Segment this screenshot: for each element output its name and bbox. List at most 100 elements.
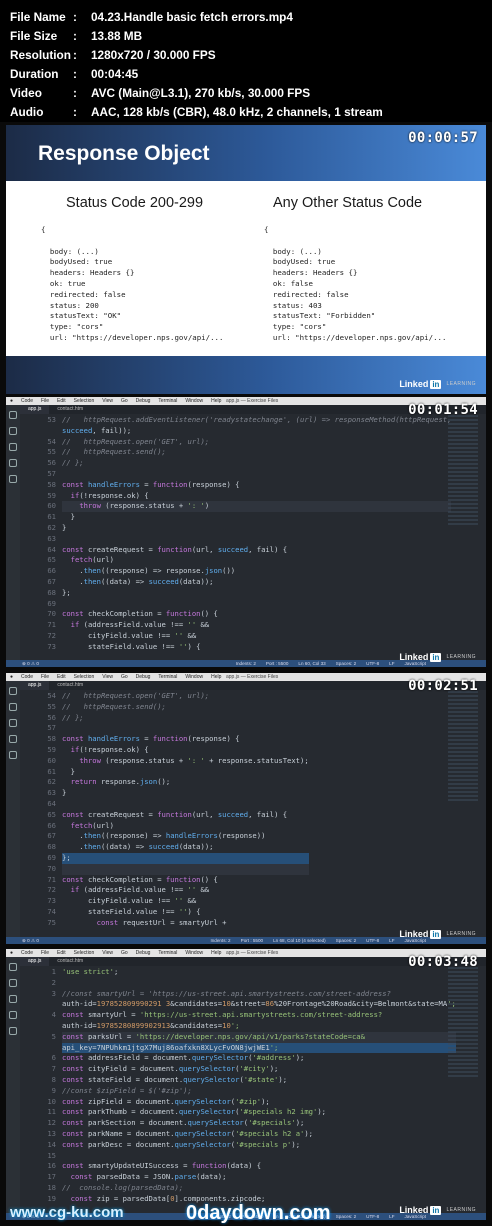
files-icon[interactable] bbox=[9, 411, 17, 419]
menu-item[interactable]: Edit bbox=[57, 950, 66, 956]
menu-item[interactable]: Edit bbox=[57, 398, 66, 404]
debug-icon[interactable] bbox=[9, 1011, 17, 1019]
menu-item[interactable]: Selection bbox=[74, 674, 95, 680]
code-area[interactable]: // httpRequest.addEventListener('readyst… bbox=[62, 415, 452, 653]
menu-item[interactable]: Help bbox=[211, 398, 221, 404]
source-control-icon[interactable] bbox=[9, 719, 17, 727]
search-icon[interactable] bbox=[9, 427, 17, 435]
window-title: app.js — Exercise Files bbox=[226, 950, 279, 956]
files-icon[interactable] bbox=[9, 963, 17, 971]
menu-item[interactable]: Debug bbox=[136, 674, 151, 680]
menu-item[interactable]: Code bbox=[21, 950, 33, 956]
code-line: // httpRequest.send(); bbox=[62, 701, 166, 711]
menu-item[interactable]: Edit bbox=[57, 674, 66, 680]
minimap[interactable] bbox=[448, 415, 478, 525]
source-control-icon[interactable] bbox=[9, 995, 17, 1003]
tab-app-js[interactable]: app.js bbox=[20, 957, 50, 966]
menu-item[interactable]: Selection bbox=[74, 398, 95, 404]
logo-linked: Linked bbox=[399, 652, 429, 662]
debug-icon[interactable] bbox=[9, 459, 17, 467]
menu-item[interactable]: Terminal bbox=[158, 950, 177, 956]
menu-item[interactable]: Debug bbox=[136, 950, 151, 956]
search-icon[interactable] bbox=[9, 979, 17, 987]
code-area[interactable]: 'use strict'; //const smartyUrl = 'https:… bbox=[62, 967, 456, 1205]
tab-app-js[interactable]: app.js bbox=[20, 405, 50, 414]
line-number: 61 bbox=[47, 512, 56, 522]
menu-item[interactable]: Code bbox=[21, 398, 33, 404]
slide-title: Response Object bbox=[38, 142, 210, 165]
status-item[interactable]: Port : 5500 bbox=[241, 938, 263, 943]
debug-icon[interactable] bbox=[9, 735, 17, 743]
info-row: File Size:13.88 MB bbox=[10, 26, 492, 45]
line-number: 59 bbox=[47, 744, 56, 754]
line-number: 10 bbox=[47, 1096, 56, 1106]
code-area[interactable]: // httpRequest.open('GET', url);// httpR… bbox=[62, 691, 309, 929]
code-line: auth-id=197852809990291 3&candidates=10&… bbox=[62, 999, 456, 1009]
extensions-icon[interactable] bbox=[9, 1027, 17, 1035]
search-icon[interactable] bbox=[9, 703, 17, 711]
status-item[interactable]: Indents: 2 bbox=[210, 938, 230, 943]
status-item[interactable]: UTF-8 bbox=[366, 661, 379, 666]
code-line: succeed, fail)); bbox=[62, 425, 132, 435]
status-item[interactable]: Ln 60, Col 33 bbox=[298, 661, 325, 666]
line-numbers: 54 55 56 57 58 59 60 61 62 63 64 65 66 67 68 69 70 71 72 73… bbox=[20, 691, 56, 929]
menu-item[interactable]: Help bbox=[211, 950, 221, 956]
minimap[interactable] bbox=[448, 691, 478, 801]
tab-contact-htm[interactable]: contact.htm bbox=[49, 957, 91, 966]
extensions-icon[interactable] bbox=[9, 751, 17, 759]
left-response-code: { body: (...) bodyUsed: true headers: He… bbox=[41, 225, 224, 364]
menu-item[interactable]: Window bbox=[185, 398, 203, 404]
status-item[interactable]: LF bbox=[389, 661, 394, 666]
code-line: const createRequest = function(url, succ… bbox=[62, 544, 288, 554]
menu-item[interactable]: Debug bbox=[136, 398, 151, 404]
status-item[interactable]: Indents: 2 bbox=[236, 661, 256, 666]
menu-item[interactable]: Selection bbox=[74, 950, 95, 956]
menu-item[interactable]: Go bbox=[121, 398, 128, 404]
apple-icon[interactable]: ● bbox=[10, 674, 13, 680]
problems-count[interactable]: ⊗ 0 ⚠ 0 bbox=[22, 938, 39, 944]
logo-learning: LEARNING bbox=[446, 931, 476, 937]
extensions-icon[interactable] bbox=[9, 475, 17, 483]
code-line: stateField.value !== '') { bbox=[62, 906, 201, 916]
tab-contact-htm[interactable]: contact.htm bbox=[49, 405, 91, 414]
code-line: const parkDesc = document.querySelector(… bbox=[62, 1139, 301, 1149]
watermark: www.cg-ku.com 0daydown.com bbox=[10, 1201, 490, 1225]
minimap[interactable] bbox=[448, 967, 478, 1077]
problems-count[interactable]: ⊗ 0 ⚠ 0 bbox=[22, 661, 39, 667]
status-item[interactable]: LF bbox=[389, 938, 394, 943]
menu-item[interactable]: Code bbox=[21, 674, 33, 680]
menu-item[interactable]: Go bbox=[121, 674, 128, 680]
menu-item[interactable]: View bbox=[102, 950, 113, 956]
status-item[interactable]: Port : 5500 bbox=[266, 661, 288, 666]
status-item[interactable]: Spaces: 2 bbox=[336, 661, 356, 666]
tab-app-js[interactable]: app.js bbox=[20, 681, 50, 690]
code-line: const parkThumb = document.querySelector… bbox=[62, 1107, 326, 1117]
apple-icon[interactable]: ● bbox=[10, 950, 13, 956]
menu-item[interactable]: Terminal bbox=[158, 674, 177, 680]
menu-item[interactable]: File bbox=[41, 674, 49, 680]
apple-icon[interactable]: ● bbox=[10, 398, 13, 404]
line-number bbox=[20, 1043, 56, 1054]
menu-item[interactable]: Go bbox=[121, 950, 128, 956]
menu-item[interactable]: View bbox=[102, 674, 113, 680]
files-icon[interactable] bbox=[9, 687, 17, 695]
status-item[interactable]: Spaces: 2 bbox=[336, 938, 356, 943]
status-item[interactable]: UTF-8 bbox=[366, 938, 379, 943]
menu-item[interactable]: Window bbox=[185, 950, 203, 956]
file-info-header: File Name:04.23.Handle basic fetch error… bbox=[0, 0, 492, 122]
status-item[interactable]: Ln 68, Col 10 (4 selected) bbox=[273, 938, 326, 943]
line-number: 70 bbox=[47, 609, 56, 619]
menu-item[interactable]: File bbox=[41, 950, 49, 956]
line-number: 63 bbox=[47, 788, 56, 798]
menu-item[interactable]: View bbox=[102, 398, 113, 404]
line-number: 57 bbox=[47, 723, 56, 733]
menu-item[interactable]: Window bbox=[185, 674, 203, 680]
menu-item[interactable]: Terminal bbox=[158, 398, 177, 404]
source-control-icon[interactable] bbox=[9, 443, 17, 451]
tab-contact-htm[interactable]: contact.htm bbox=[49, 681, 91, 690]
editor-frame-1: ● Code File Edit Selection View Go Debug Termina… bbox=[6, 397, 486, 667]
menu-item[interactable]: Help bbox=[211, 674, 221, 680]
code-line: fetch(url) bbox=[70, 820, 114, 830]
line-numbers: 1 2 3 4 5 6 7 8 9 10 11 12 13 14 15 16 17 18 19 bbox=[20, 967, 56, 1205]
menu-item[interactable]: File bbox=[41, 398, 49, 404]
